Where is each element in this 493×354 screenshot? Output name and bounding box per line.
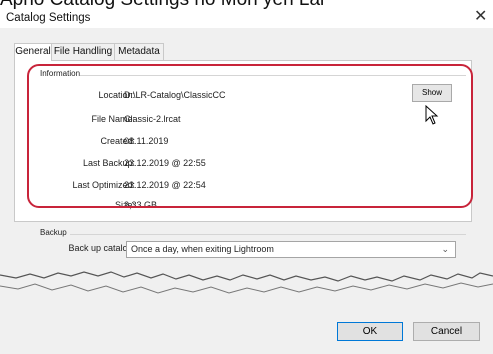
backup-frequency-value: Once a day, when exiting Lightroom: [131, 244, 274, 254]
tab-file-handling[interactable]: File Handling: [51, 43, 115, 60]
tab-general[interactable]: General: [14, 43, 52, 61]
backup-group-label: Backup: [40, 228, 67, 237]
ok-button[interactable]: OK: [337, 322, 403, 341]
close-icon[interactable]: ✕: [474, 9, 487, 25]
tab-metadata[interactable]: Metadata: [114, 43, 164, 60]
chevron-down-icon: ⌄: [441, 244, 449, 254]
backup-divider: [70, 234, 466, 235]
cancel-button[interactable]: Cancel: [413, 322, 480, 341]
torn-paper-divider: [0, 262, 493, 302]
mouse-pointer-icon: [425, 105, 439, 125]
window-title: Catalog Settings: [6, 12, 91, 24]
information-highlight-annotation: [27, 64, 473, 208]
backup-frequency-select[interactable]: Once a day, when exiting Lightroom ⌄: [126, 241, 456, 258]
clipped-header-text: Apho Catalog Settings no Món yen Lai: [0, 0, 493, 9]
